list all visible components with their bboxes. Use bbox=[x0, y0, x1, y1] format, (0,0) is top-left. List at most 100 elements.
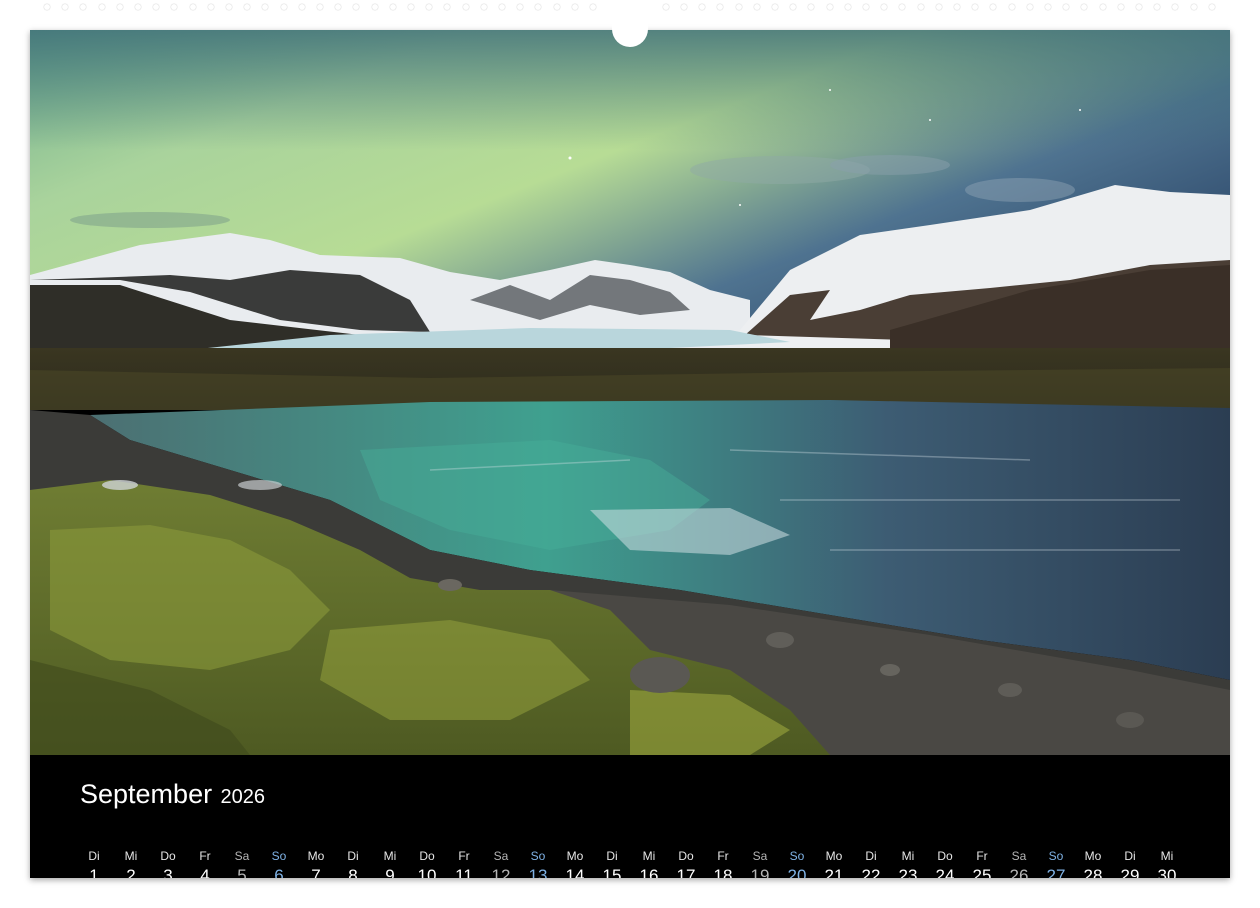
month-name: September bbox=[80, 779, 213, 809]
binding-hole bbox=[499, 4, 505, 10]
month-title: September 2026 bbox=[80, 779, 265, 810]
day-number: 22 bbox=[861, 866, 881, 878]
binding-hole bbox=[790, 4, 797, 10]
binding-hole bbox=[353, 4, 360, 10]
binding-hole bbox=[662, 4, 669, 10]
day-number: 25 bbox=[972, 866, 992, 878]
binding-hole bbox=[153, 4, 160, 10]
weekday-label: Fr bbox=[458, 849, 470, 863]
binding-hole bbox=[389, 4, 396, 10]
weekday-label: Mo bbox=[825, 849, 843, 863]
binding-hole bbox=[116, 4, 123, 10]
weekday-label: So bbox=[1048, 849, 1064, 863]
binding-hole bbox=[462, 4, 469, 10]
binding-hole bbox=[371, 4, 378, 10]
binding-hole bbox=[1008, 4, 1015, 10]
binding-hole bbox=[972, 4, 979, 10]
weekday-label: Mi bbox=[901, 849, 915, 863]
weekday-label: Fr bbox=[199, 849, 211, 863]
weekday-label: Do bbox=[678, 849, 694, 863]
binding-hole bbox=[553, 4, 560, 10]
calendar-strip: September 2026 Di 1 Mi 2 Do 3 Fr 4 Sa 5 So 6 Mo 7 Di 8 M… bbox=[30, 755, 1230, 878]
binding-hole bbox=[881, 4, 888, 10]
weekday-label: So bbox=[271, 849, 287, 863]
day-number: 21 bbox=[824, 866, 844, 878]
day-number: 26 bbox=[1009, 866, 1029, 878]
binding-hole bbox=[426, 4, 433, 10]
day-number: 6 bbox=[274, 866, 284, 878]
day-number: 19 bbox=[750, 866, 770, 878]
weekday-label: Mi bbox=[124, 849, 138, 863]
landscape-photo bbox=[30, 30, 1230, 755]
binding-hole bbox=[98, 4, 105, 10]
weekday-label: Mi bbox=[642, 849, 656, 863]
binding-hole bbox=[590, 4, 596, 10]
binding-hole bbox=[262, 4, 269, 10]
day-number: 5 bbox=[237, 866, 247, 878]
day-number: 18 bbox=[713, 866, 733, 878]
binding-hole bbox=[1154, 4, 1161, 10]
day-number: 13 bbox=[528, 866, 548, 878]
weekday-label: Fr bbox=[717, 849, 729, 863]
weekday-label: Fr bbox=[976, 849, 988, 863]
day-number: 8 bbox=[348, 866, 358, 878]
binding-hole bbox=[1117, 4, 1124, 10]
day-number: 29 bbox=[1120, 866, 1140, 878]
binding-hole bbox=[753, 4, 760, 10]
day-number: 7 bbox=[311, 866, 321, 878]
day-number: 27 bbox=[1046, 866, 1066, 878]
day-number: 14 bbox=[565, 866, 585, 878]
binding-hole bbox=[899, 4, 906, 10]
binding-hole bbox=[917, 4, 924, 10]
month-year: 2026 bbox=[220, 786, 266, 808]
binding-hole bbox=[535, 4, 542, 10]
day-number: 28 bbox=[1083, 866, 1103, 878]
binding-hole bbox=[717, 4, 724, 10]
binding-hole bbox=[935, 4, 942, 10]
day-number: 4 bbox=[200, 866, 210, 878]
weekday-label: Di bbox=[347, 849, 359, 863]
day-number: 16 bbox=[639, 866, 659, 878]
weekday-label: Di bbox=[88, 849, 100, 863]
weekday-label: Di bbox=[865, 849, 877, 863]
binding-hole bbox=[298, 4, 305, 10]
binding-hole bbox=[480, 4, 487, 10]
day-number: 1 bbox=[89, 866, 99, 878]
binding-hole bbox=[954, 4, 960, 10]
weekday-label: Sa bbox=[234, 849, 250, 863]
weekday-label: Mo bbox=[307, 849, 325, 863]
weekday-label: Do bbox=[419, 849, 435, 863]
binding-hole bbox=[772, 4, 778, 10]
binding-hole bbox=[1136, 4, 1142, 10]
binding-hole bbox=[863, 4, 869, 10]
weekday-label: Sa bbox=[493, 849, 509, 863]
binding-hole bbox=[1045, 4, 1051, 10]
binding-hole bbox=[62, 4, 69, 10]
binding-hole bbox=[189, 4, 196, 10]
binding-hole bbox=[280, 4, 287, 10]
binding-hole bbox=[681, 4, 687, 10]
binding-hole bbox=[808, 4, 815, 10]
day-number: 20 bbox=[787, 866, 807, 878]
weekday-label: Do bbox=[937, 849, 953, 863]
binding-hole bbox=[408, 4, 414, 10]
binding-hole bbox=[244, 4, 251, 10]
weekday-label: Sa bbox=[1011, 849, 1027, 863]
binding-hole bbox=[444, 4, 451, 10]
binding-hole bbox=[317, 4, 323, 10]
binding-hole bbox=[699, 4, 706, 10]
day-number: 10 bbox=[417, 866, 437, 878]
binding-hole bbox=[571, 4, 578, 10]
binding-hole bbox=[826, 4, 833, 10]
day-number: 24 bbox=[935, 866, 955, 878]
weekday-label: So bbox=[789, 849, 805, 863]
binding-hole bbox=[1208, 4, 1215, 10]
binding-hole bbox=[735, 4, 742, 10]
weekday-label: Di bbox=[1124, 849, 1136, 863]
binding-hole bbox=[226, 4, 232, 10]
binding-hole bbox=[44, 4, 50, 10]
calendar-page: September 2026 Di 1 Mi 2 Do 3 Fr 4 Sa 5 So 6 Mo 7 Di 8 M… bbox=[30, 30, 1230, 878]
day-number: 12 bbox=[491, 866, 511, 878]
weekday-label: Di bbox=[606, 849, 618, 863]
weekday-label: Mi bbox=[383, 849, 397, 863]
